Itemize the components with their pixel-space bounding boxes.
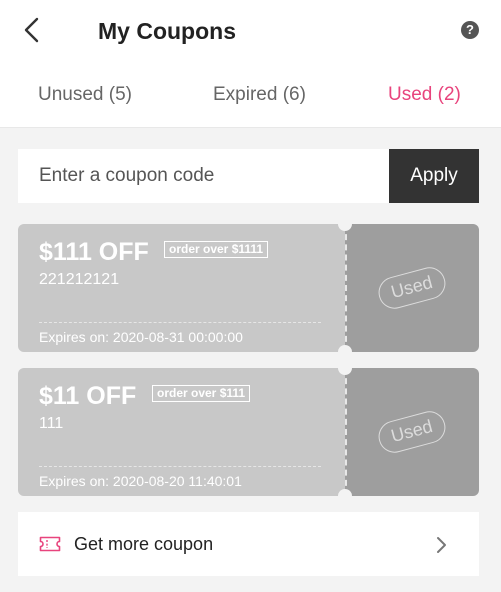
coupon-stub: Used: [345, 368, 479, 496]
coupon-body: $11 OFF order over $111 111 Expires on: …: [18, 368, 345, 496]
ticket-icon: [39, 536, 61, 552]
coupon-body: $111 OFF order over $1111 221212121 Expi…: [18, 224, 345, 352]
get-more-coupon-link[interactable]: Get more coupon: [18, 512, 479, 576]
page-title: My Coupons: [98, 18, 236, 44]
coupon-divider: [39, 466, 321, 467]
used-stamp: Used: [375, 407, 449, 457]
coupon-card: $111 OFF order over $1111 221212121 Expi…: [18, 224, 479, 352]
coupon-notch: [338, 489, 352, 496]
coupon-code-input[interactable]: [18, 149, 389, 203]
help-icon[interactable]: ?: [461, 21, 479, 39]
get-more-coupon-label: Get more coupon: [74, 534, 214, 554]
tab-unused[interactable]: Unused (5): [38, 82, 132, 108]
coupon-tabs: Unused (5) Expired (6) Used (2): [0, 62, 501, 128]
coupon-amount: $111 OFF: [39, 238, 149, 266]
coupon-min-order: order over $1111: [164, 241, 269, 258]
tab-expired[interactable]: Expired (6): [213, 82, 306, 108]
coupon-min-order: order over $111: [152, 385, 251, 402]
used-stamp: Used: [375, 263, 449, 313]
app-header: My Coupons ?: [0, 0, 501, 62]
chevron-right-icon: [437, 537, 446, 553]
back-arrow-icon[interactable]: [20, 16, 44, 44]
coupon-expiry: Expires on: 2020-08-31 00:00:00: [39, 329, 243, 345]
tab-used[interactable]: Used (2): [388, 82, 461, 108]
coupon-divider: [39, 322, 321, 323]
coupon-expiry: Expires on: 2020-08-20 11:40:01: [39, 473, 242, 489]
coupon-card: $11 OFF order over $111 111 Expires on: …: [18, 368, 479, 496]
coupon-code-form: Apply: [18, 149, 479, 203]
apply-button[interactable]: Apply: [389, 149, 479, 203]
coupon-amount: $11 OFF: [39, 382, 137, 410]
coupon-code: 111: [39, 415, 64, 432]
coupon-notch: [338, 345, 352, 352]
coupon-code: 221212121: [39, 271, 120, 288]
coupon-stub: Used: [345, 224, 479, 352]
